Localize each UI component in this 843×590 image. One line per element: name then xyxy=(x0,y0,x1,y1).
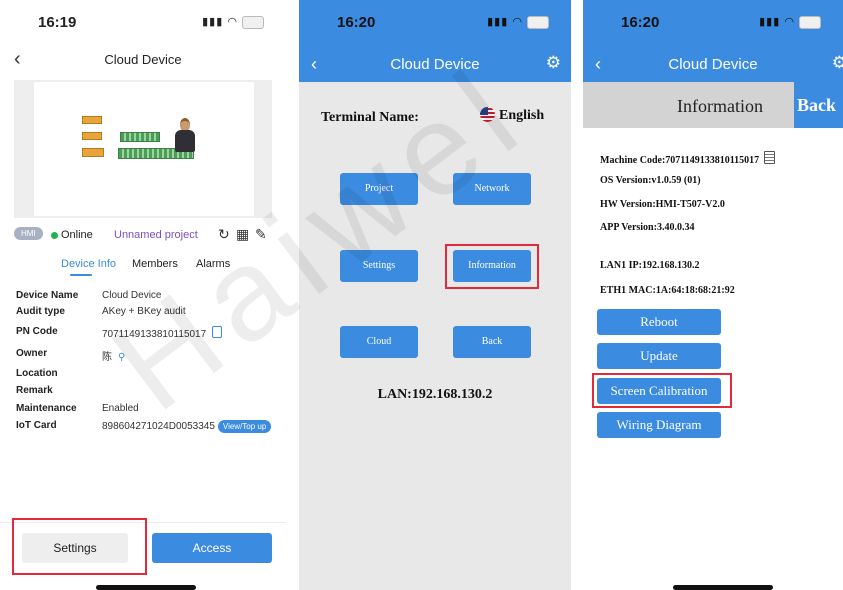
qr-code-icon[interactable]: ▦ xyxy=(236,226,249,243)
project-name-link[interactable]: Unnamed project xyxy=(114,229,198,241)
edit-icon[interactable]: ✎ xyxy=(255,226,267,243)
tab-device-info[interactable]: Device Info xyxy=(61,258,116,270)
iot-card-value: 898604271024D0053345 View/Top up xyxy=(102,420,272,433)
update-button[interactable]: Update xyxy=(597,343,721,369)
copy-document-icon[interactable] xyxy=(764,151,776,164)
information-title: Information xyxy=(677,96,763,116)
terminal-name-label: Terminal Name: xyxy=(321,110,419,125)
tab-alarms[interactable]: Alarms xyxy=(196,258,230,270)
project-button[interactable]: Project xyxy=(340,173,418,205)
component-chip xyxy=(82,132,102,140)
active-tab-indicator xyxy=(70,274,92,276)
gear-icon[interactable]: ⚙ xyxy=(546,53,561,73)
info-key: Owner xyxy=(16,348,48,359)
signal-wifi-battery-icons: ▮▮▮ ◠ xyxy=(487,15,549,29)
device-type-badge: HMI xyxy=(14,227,43,240)
owner-value: 陈 ⚲ xyxy=(102,348,125,363)
language-label: English xyxy=(499,108,545,123)
view-top-up-button[interactable]: View/Top up xyxy=(217,420,272,433)
app-version: APP Version:3.40.0.34 xyxy=(600,222,695,233)
online-dot-icon xyxy=(51,232,58,239)
status-bar: 16:20 ▮▮▮ ◠ xyxy=(299,0,571,46)
page-title: Cloud Device xyxy=(390,56,480,73)
person-figure xyxy=(172,118,198,154)
page-title: Cloud Device xyxy=(104,52,182,67)
eth1-mac: ETH1 MAC:1A:64:18:68:21:92 xyxy=(600,285,735,296)
signal-wifi-battery-icons: ▮▮▮ ◠ xyxy=(202,15,264,29)
panel-device-app: 16:19 ▮▮▮ ◠ ‹ Cloud Device HMI Online Un… xyxy=(0,0,286,590)
settings-button[interactable]: Settings xyxy=(340,250,418,282)
battery-icon xyxy=(242,15,264,29)
language-selector[interactable]: English xyxy=(480,107,544,124)
reboot-button[interactable]: Reboot xyxy=(597,309,721,335)
machine-code: Machine Code:7071149133810115017 xyxy=(600,151,776,166)
component-chip xyxy=(82,148,104,157)
info-key: IoT Card xyxy=(16,420,57,431)
information-button[interactable]: Information xyxy=(453,250,531,282)
battery-icon xyxy=(799,15,821,29)
info-value: AKey + BKey audit xyxy=(102,306,186,317)
iot-card-text: 898604271024D0053345 xyxy=(102,421,215,432)
nav-bar: ‹ Cloud Device ⚙ xyxy=(583,46,843,82)
component-chip xyxy=(82,116,102,124)
copy-icon[interactable] xyxy=(212,326,223,338)
info-key: Maintenance xyxy=(16,403,77,414)
cloud-button[interactable]: Cloud xyxy=(340,326,418,358)
divider xyxy=(0,522,286,523)
us-flag-icon xyxy=(480,107,495,122)
os-version: OS Version:v1.0.59 (01) xyxy=(600,175,701,186)
back-button[interactable]: Back xyxy=(453,326,531,358)
page-title: Cloud Device xyxy=(668,56,758,73)
info-value: Enabled xyxy=(102,403,139,414)
home-indicator xyxy=(673,585,773,590)
network-button[interactable]: Network xyxy=(453,173,531,205)
tab-members[interactable]: Members xyxy=(132,258,178,270)
status-time: 16:20 xyxy=(337,14,376,31)
info-key: Audit type xyxy=(16,306,65,317)
info-key: Remark xyxy=(16,385,53,396)
battery-icon xyxy=(527,15,549,29)
pn-code-text: 7071149133810115017 xyxy=(102,329,207,340)
home-indicator xyxy=(96,585,196,590)
status-bar: 16:19 ▮▮▮ ◠ xyxy=(0,0,286,40)
project-preview xyxy=(14,80,272,218)
person-icon[interactable]: ⚲ xyxy=(118,352,125,363)
signal-wifi-battery-icons: ▮▮▮ ◠ xyxy=(759,15,821,29)
wiring-diagram-button[interactable]: Wiring Diagram xyxy=(597,412,721,438)
lan1-ip: LAN1 IP:192.168.130.2 xyxy=(600,260,700,271)
nav-bar: ‹ Cloud Device xyxy=(0,44,286,76)
lan-address: LAN:192.168.130.2 xyxy=(377,387,493,402)
info-key: Device Name xyxy=(16,290,79,301)
online-status: Online xyxy=(61,229,93,241)
nav-bar: ‹ Cloud Device ⚙ xyxy=(299,46,571,82)
panel-hmi-menu: 16:20 ▮▮▮ ◠ ‹ Cloud Device ⚙ Terminal Na… xyxy=(299,0,571,590)
status-time: 16:20 xyxy=(621,14,660,31)
owner-text: 陈 xyxy=(102,352,112,363)
information-header: Information Back xyxy=(583,82,843,128)
gear-icon[interactable]: ⚙ xyxy=(832,53,843,73)
preview-canvas xyxy=(34,82,254,216)
screen-calibration-button[interactable]: Screen Calibration xyxy=(597,378,721,404)
info-key: PN Code xyxy=(16,326,58,337)
info-value: Cloud Device xyxy=(102,290,162,301)
refresh-icon[interactable]: ↻ xyxy=(218,226,230,243)
panel-hmi-information: 16:20 ▮▮▮ ◠ ‹ Cloud Device ⚙ Information… xyxy=(583,0,843,590)
info-key: Location xyxy=(16,368,58,379)
terminal-strip xyxy=(120,132,160,142)
pn-code-value: 7071149133810115017 xyxy=(102,326,223,340)
back-button[interactable]: Back xyxy=(794,82,843,128)
status-time: 16:19 xyxy=(38,14,77,31)
hw-version: HW Version:HMI-T507-V2.0 xyxy=(600,199,725,210)
machine-code-text: Machine Code:7071149133810115017 xyxy=(600,155,760,166)
device-status-row: HMI Online Unnamed project ↻ ▦ ✎ xyxy=(14,226,276,244)
access-button[interactable]: Access xyxy=(152,533,272,563)
settings-button[interactable]: Settings xyxy=(22,533,128,563)
status-bar: 16:20 ▮▮▮ ◠ xyxy=(583,0,843,46)
